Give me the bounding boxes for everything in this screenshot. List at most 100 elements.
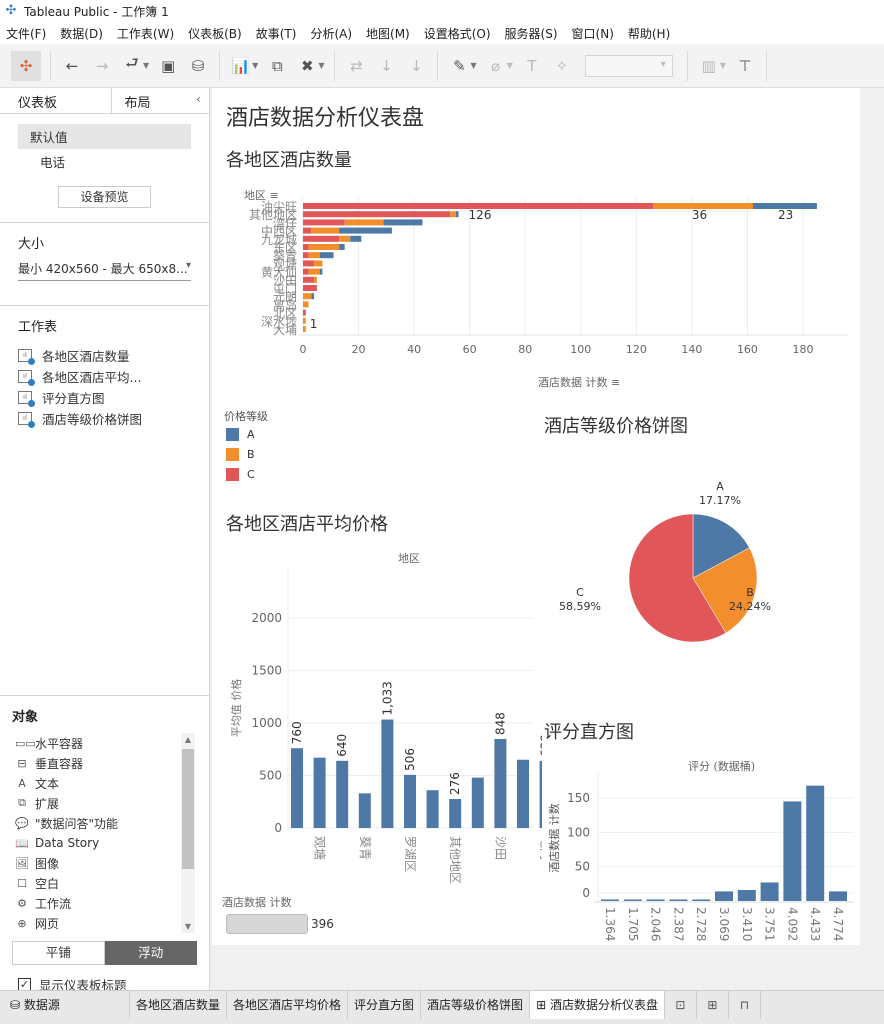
- replay-icon[interactable]: ⮐: [120, 53, 144, 79]
- extension-icon: ⧉: [18, 796, 26, 809]
- size-select[interactable]: 最小 420x560 - 最大 650x8...: [18, 260, 191, 281]
- menu-window[interactable]: 窗口(N): [572, 25, 614, 42]
- tab-layout[interactable]: 布局: [111, 88, 197, 113]
- sheet-tab[interactable]: 评分直方图: [348, 991, 422, 1019]
- data-label: 639: [539, 734, 542, 757]
- menu-dashboard[interactable]: 仪表板(B): [188, 25, 242, 42]
- object-web-page[interactable]: ⊕ 网页: [0, 913, 209, 933]
- text-label-icon[interactable]: T: [520, 53, 544, 79]
- new-dashboard-tab-icon[interactable]: ⊞: [697, 991, 729, 1019]
- object-label: 扩展: [35, 796, 60, 811]
- dashboard-tab[interactable]: ⊞ 酒店数据分析仪表盘: [530, 991, 665, 1019]
- fit-select[interactable]: [584, 54, 673, 77]
- clear-dropdown-icon[interactable]: ▼: [318, 61, 324, 70]
- grade-pie-chart[interactable]: A17.17% B24.24% C58.59%: [552, 478, 852, 648]
- tableau-home-icon[interactable]: ✣: [11, 50, 41, 81]
- device-phone[interactable]: 电话: [18, 149, 191, 174]
- presentation-icon[interactable]: ⊤: [733, 53, 757, 79]
- object-workflow[interactable]: ⚙ 工作流: [0, 893, 209, 913]
- menu-worksheet[interactable]: 工作表(W): [117, 25, 174, 42]
- new-worksheet-icon[interactable]: 📊: [229, 53, 253, 79]
- avg-price-title: 各地区酒店平均价格: [226, 514, 388, 535]
- scroll-down-icon[interactable]: ▼: [181, 922, 195, 931]
- x-tick-label: 140: [681, 343, 702, 356]
- menu-help[interactable]: 帮助(H): [628, 25, 670, 42]
- hotel-count-title: 各地区酒店数量: [226, 150, 352, 171]
- menu-map[interactable]: 地图(M): [366, 25, 410, 42]
- worksheet-label: 各地区酒店平均...: [42, 369, 142, 385]
- highlight-icon[interactable]: ✎: [447, 53, 471, 79]
- menu-file[interactable]: 文件(F): [6, 25, 46, 42]
- x-axis-title: 酒店数据 计数: [538, 376, 608, 389]
- show-me-icon[interactable]: ▥: [697, 53, 721, 79]
- device-preview-button[interactable]: 设备预览: [58, 186, 151, 208]
- sort-icon[interactable]: ≡: [611, 376, 620, 389]
- swap-axes-icon[interactable]: ⇄: [344, 53, 368, 79]
- menu-analysis[interactable]: 分析(A): [310, 25, 352, 42]
- clear-sheet-icon[interactable]: ✖: [295, 53, 319, 79]
- rating-hist-chart[interactable]: 0 50 100 150 酒店数据 计数 1.364 1.705 2.046 2.387 2.72…: [544, 768, 860, 943]
- bar: [539, 760, 542, 828]
- show-me-dropdown-icon[interactable]: ▼: [720, 61, 726, 70]
- worksheet-item[interactable]: ıl 酒店等级价格饼图: [0, 406, 209, 428]
- new-worksheet-dropdown-icon[interactable]: ▼: [252, 61, 258, 70]
- sheet-tab[interactable]: 酒店等级价格饼图: [421, 991, 531, 1019]
- objects-scrollbar[interactable]: ▲ ▼: [181, 733, 195, 933]
- object-ask-data[interactable]: 💬 "数据问答"功能: [0, 813, 209, 833]
- scroll-thumb[interactable]: [182, 749, 194, 869]
- bar-segment-A: [311, 293, 315, 300]
- sort-descending-icon[interactable]: ↓: [404, 53, 428, 79]
- object-vertical-container[interactable]: ⊟ 垂直容器: [0, 753, 209, 773]
- data-label: 1: [310, 317, 318, 331]
- legend-item[interactable]: C: [224, 464, 268, 484]
- pin-icon[interactable]: ✧: [550, 53, 574, 79]
- forward-icon[interactable]: →: [90, 53, 114, 79]
- menu-format[interactable]: 设置格式(O): [424, 25, 491, 42]
- object-horizontal-container[interactable]: ▭▭ 水平容器: [0, 733, 209, 753]
- legend-item[interactable]: A: [224, 424, 268, 444]
- object-data-story[interactable]: 📖 Data Story: [0, 833, 209, 853]
- menu-server[interactable]: 服务器(S): [505, 25, 558, 42]
- bar-segment-B: [339, 235, 351, 242]
- sheet-tab[interactable]: 各地区酒店数量: [130, 991, 228, 1019]
- count-slider[interactable]: [226, 914, 308, 934]
- worksheet-item[interactable]: ıl 各地区酒店数量: [0, 343, 209, 365]
- object-blank[interactable]: ☐ 空白: [0, 873, 209, 893]
- attach-icon[interactable]: ⌀: [484, 53, 508, 79]
- worksheet-item[interactable]: ıl 评分直方图: [0, 385, 209, 407]
- bar-segment-A: [339, 227, 392, 234]
- save-icon[interactable]: ▣: [156, 53, 180, 79]
- sheet-tab[interactable]: 各地区酒店平均价格: [227, 991, 349, 1019]
- object-image[interactable]: 🖼 图像: [0, 853, 209, 873]
- object-extension[interactable]: ⧉ 扩展: [0, 793, 209, 813]
- bar: [313, 757, 326, 828]
- datasource-tab[interactable]: ⛁ 数据源: [0, 991, 130, 1019]
- attach-dropdown-icon[interactable]: ▼: [507, 61, 513, 70]
- device-default[interactable]: 默认值: [18, 124, 191, 149]
- hotel-count-chart[interactable]: 0 20 40 60 80 100 120 140 160 180油尖旺其他地区湾仔中西区九龙城东…: [212, 198, 860, 358]
- floating-button[interactable]: 浮动: [104, 941, 197, 965]
- object-text[interactable]: A 文本: [0, 773, 209, 793]
- scroll-up-icon[interactable]: ▲: [181, 735, 195, 744]
- highlight-dropdown-icon[interactable]: ▼: [470, 61, 476, 70]
- tab-dashboard[interactable]: 仪表板: [0, 88, 111, 113]
- legend-swatch: [226, 467, 239, 481]
- collapse-sidebar-icon[interactable]: ‹: [196, 88, 209, 113]
- menu-data[interactable]: 数据(D): [60, 25, 103, 42]
- worksheet-item[interactable]: ıl 各地区酒店平均...: [0, 364, 209, 386]
- menu-story[interactable]: 故事(T): [256, 25, 297, 42]
- new-worksheet-tab-icon[interactable]: ⊡: [665, 991, 697, 1019]
- replay-dropdown-icon[interactable]: ▼: [143, 61, 149, 70]
- legend-item[interactable]: B: [224, 444, 268, 464]
- new-story-tab-icon[interactable]: ⊓: [729, 991, 761, 1019]
- toolbar-divider: [686, 50, 688, 81]
- bar-segment-B: [314, 260, 323, 267]
- y-tick-label: 1500: [251, 664, 282, 678]
- duplicate-sheet-icon[interactable]: ⧉: [265, 53, 289, 79]
- sort-ascending-icon[interactable]: ↓: [374, 53, 398, 79]
- back-icon[interactable]: ←: [60, 53, 84, 79]
- tiled-button[interactable]: 平铺: [12, 941, 105, 965]
- avg-price-chart[interactable]: 0 500 1000 1500 2000 平均值 价格 760 观塘 640 葵青 1,033 506…: [212, 558, 542, 888]
- worksheet-icon: ıl: [18, 411, 35, 428]
- new-datasource-icon[interactable]: ⛁: [186, 53, 210, 79]
